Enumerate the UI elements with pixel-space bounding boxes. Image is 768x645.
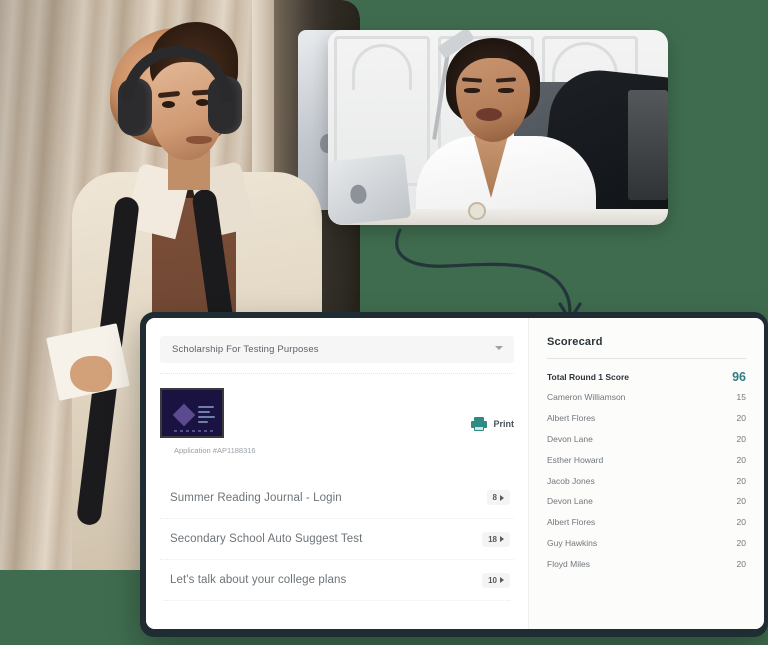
list-item[interactable]: Secondary School Auto Suggest Test 18 <box>160 518 514 559</box>
reviewer-name: Albert Flores <box>547 413 596 424</box>
scorecard-row: Jacob Jones 20 <box>547 470 746 491</box>
counselor-lips <box>476 108 502 121</box>
student-mouth <box>186 136 212 144</box>
thumb-text-line <box>198 411 210 413</box>
counselor-photo <box>328 30 668 225</box>
binder <box>628 90 668 200</box>
counselor-eye-left <box>464 88 480 93</box>
list-item[interactable]: Summer Reading Journal - Login 8 <box>160 477 514 518</box>
scorecard-pane: Scorecard Total Round 1 Score 96 Cameron… <box>528 318 764 629</box>
list-item[interactable]: Let's talk about your college plans 10 <box>160 559 514 600</box>
reviewer-name: Jacob Jones <box>547 475 595 486</box>
print-label: Print <box>493 418 514 429</box>
list-item-count: 10 <box>488 575 497 585</box>
scholarship-select-value: Scholarship For Testing Purposes <box>172 344 319 355</box>
application-number: Application #AP1188316 <box>174 446 256 455</box>
thumb-footer-line <box>174 430 214 432</box>
reviewer-name: Guy Hawkins <box>547 537 598 548</box>
scholarship-select[interactable]: Scholarship For Testing Purposes <box>160 336 514 363</box>
scorecard-total-value: 96 <box>732 370 746 384</box>
reviewer-score: 15 <box>736 392 746 403</box>
reviewer-score: 20 <box>736 475 746 486</box>
reviewer-score: 20 <box>736 496 746 507</box>
list-item-count: 18 <box>488 534 497 544</box>
list-item-badge[interactable]: 10 <box>482 572 510 588</box>
list-item-count: 8 <box>492 493 497 502</box>
reviewer-score: 20 <box>736 454 746 465</box>
list-item-badge[interactable]: 8 <box>486 490 510 505</box>
reviewer-name: Albert Flores <box>547 517 596 528</box>
printer-icon <box>471 416 488 431</box>
list-item-label: Secondary School Auto Suggest Test <box>170 533 363 545</box>
scorecard-row: Guy Hawkins 20 <box>547 532 746 553</box>
scorecard-row: Albert Flores 20 <box>547 408 746 429</box>
logo-diamond-icon <box>172 403 196 427</box>
scorecard-title: Scorecard <box>547 336 603 348</box>
app-window-bezel: Scholarship For Testing Purposes Applica… <box>140 312 768 637</box>
scorecard-total-row: Total Round 1 Score 96 <box>547 359 746 387</box>
reviewer-score: 20 <box>736 537 746 548</box>
list-item-label: Summer Reading Journal - Login <box>170 491 342 504</box>
reviewer-name: Devon Lane <box>547 433 593 444</box>
scorecard-row: Cameron Williamson 15 <box>547 387 746 408</box>
printer-icon-output <box>474 425 485 431</box>
scorecard-row: Floyd Miles 20 <box>547 553 746 574</box>
reviewer-name: Esther Howard <box>547 454 604 465</box>
reviewer-name: Cameron Williamson <box>547 392 626 403</box>
list-bottom-divider <box>164 600 510 601</box>
form-item-list: Summer Reading Journal - Login 8 Seconda… <box>146 477 528 601</box>
thumb-text-line <box>198 416 215 418</box>
student-hand <box>70 356 112 392</box>
macbook-laptop <box>328 153 412 225</box>
thumb-text-line <box>198 421 208 423</box>
thumb-text-line <box>198 406 214 408</box>
application-thumbnail[interactable] <box>160 388 224 438</box>
counselor-eye-right <box>498 88 514 93</box>
curved-arrow-connector <box>395 228 582 322</box>
chevron-right-icon <box>500 577 504 583</box>
app-screen: Scholarship For Testing Purposes Applica… <box>146 318 764 629</box>
document-row: Application #AP1188316 Print <box>146 374 528 455</box>
scorecard-row: Albert Flores 20 <box>547 512 746 533</box>
reviewer-score: 20 <box>736 558 746 569</box>
reviewer-score: 20 <box>736 433 746 444</box>
reviewer-name: Devon Lane <box>547 496 593 507</box>
printer-icon-top <box>474 416 485 421</box>
print-button[interactable]: Print <box>471 388 514 455</box>
wristwatch <box>468 202 486 220</box>
list-item-label: Let's talk about your college plans <box>170 574 347 586</box>
scorecard-row: Esther Howard 20 <box>547 449 746 470</box>
scorecard-total-label: Total Round 1 Score <box>547 372 630 382</box>
scorecard-row: Devon Lane 20 <box>547 429 746 450</box>
chevron-down-icon[interactable] <box>495 345 504 354</box>
reviewer-name: Floyd Miles <box>547 558 590 569</box>
chevron-right-icon <box>500 494 504 501</box>
document-block: Application #AP1188316 <box>160 388 256 455</box>
scorecard-row: Devon Lane 20 <box>547 491 746 512</box>
student-eye-left <box>162 101 175 108</box>
chevron-right-icon <box>500 536 504 542</box>
application-pane: Scholarship For Testing Purposes Applica… <box>146 318 528 629</box>
reviewer-score: 20 <box>736 517 746 528</box>
reviewer-score: 20 <box>736 413 746 424</box>
list-item-badge[interactable]: 18 <box>482 531 510 547</box>
